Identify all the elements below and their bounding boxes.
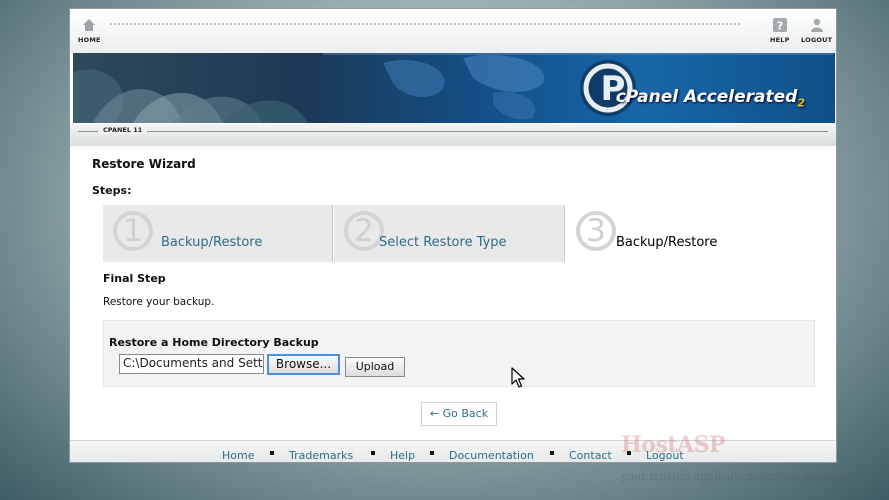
footer-separator: [550, 451, 554, 455]
help-icon: ?: [772, 18, 787, 33]
brand-suffix: 2: [797, 96, 805, 110]
home-button[interactable]: HOME: [78, 17, 101, 44]
hostasp-watermark: HostASP: [621, 432, 726, 458]
cpanel-window: HOME ? HELP LOGOUT P cPanel Accelerated2…: [69, 8, 837, 463]
mouse-cursor-icon: [511, 367, 525, 388]
wizard-step-1[interactable]: 1 Backup/Restore: [103, 205, 333, 262]
backup-file-input[interactable]: C:\Documents and Setti: [119, 354, 264, 374]
cpanel-banner: P cPanel Accelerated2: [73, 53, 835, 123]
step-1-number: 1: [113, 211, 153, 251]
logout-label: LOGOUT: [801, 36, 833, 44]
step-2-label: Select Restore Type: [379, 235, 507, 250]
logout-icon: [810, 18, 823, 32]
wizard-step-2[interactable]: 2 Select Restore Type: [334, 205, 565, 262]
step-1-label: Backup/Restore: [161, 235, 263, 250]
home-icon: [83, 19, 96, 31]
steps-label: Steps:: [92, 184, 132, 197]
svg-text:?: ?: [777, 20, 783, 33]
final-step-heading: Final Step: [103, 272, 166, 285]
toolbar-divider: [110, 23, 740, 26]
footer-link-trademarks[interactable]: Trademarks: [289, 449, 353, 462]
brand-name: cPanel Accelerated2: [616, 87, 805, 109]
help-button[interactable]: ? HELP: [770, 17, 790, 44]
main-content: Restore Wizard Steps: 1 Backup/Restore 2…: [70, 149, 836, 439]
version-bar: CPANEL 11: [70, 124, 836, 146]
version-divider: [78, 131, 828, 132]
wizard-step-3: 3 Backup/Restore: [566, 205, 779, 262]
page-title: Restore Wizard: [92, 157, 196, 171]
restore-panel-heading: Restore a Home Directory Backup: [109, 336, 319, 349]
go-back-button[interactable]: ← Go Back: [421, 402, 497, 426]
top-toolbar: HOME ? HELP LOGOUT: [70, 9, 836, 53]
footer-separator: [430, 451, 434, 455]
brand-text: cPanel Accelerated: [615, 87, 798, 107]
version-label: CPANEL 11: [98, 126, 148, 134]
footer-link-documentation[interactable]: Documentation: [449, 449, 534, 462]
footer-link-home[interactable]: Home: [222, 449, 254, 462]
step-3-number: 3: [576, 211, 616, 251]
footer-link-contact[interactable]: Contact: [569, 449, 612, 462]
footer-separator: [270, 451, 274, 455]
upload-button[interactable]: Upload: [345, 357, 405, 377]
logout-button[interactable]: LOGOUT: [801, 17, 832, 44]
wizard-steps: 1 Backup/Restore 2 Select Restore Type 3…: [103, 205, 779, 262]
step-3-label: Backup/Restore: [616, 235, 718, 250]
home-label: HOME: [78, 36, 101, 44]
footer-separator: [371, 451, 375, 455]
restore-home-directory-panel: Restore a Home Directory Backup C:\Docum…: [103, 320, 815, 387]
browse-button[interactable]: Browse...: [267, 354, 340, 375]
step-2-number: 2: [344, 211, 384, 251]
footer-link-help[interactable]: Help: [390, 449, 415, 462]
help-label: HELP: [770, 36, 790, 44]
final-step-text: Restore your backup.: [103, 296, 215, 308]
hostasp-tagline: your trusted application service provide…: [621, 470, 850, 483]
